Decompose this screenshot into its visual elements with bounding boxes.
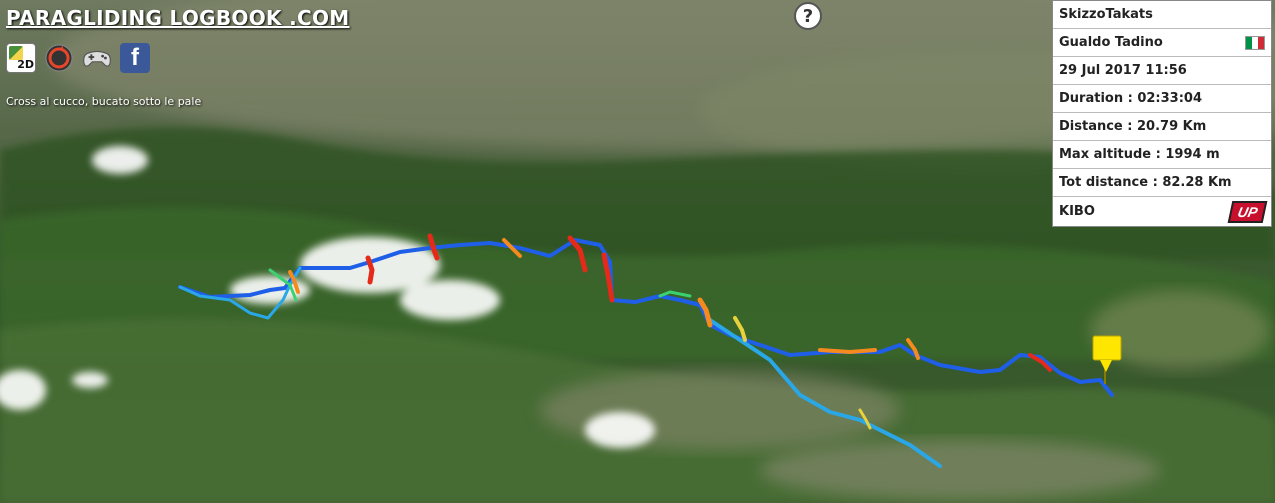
help-button[interactable]: ? <box>794 2 822 30</box>
total-distance: Tot distance : 82.28 Km <box>1059 175 1232 190</box>
takeoff-name: Gualdo Tadino <box>1059 35 1163 50</box>
replay-icon[interactable] <box>44 43 74 73</box>
pilot-name[interactable]: SkizzoTakats <box>1059 7 1153 22</box>
site-title[interactable]: PARAGLIDING LOGBOOK .COM <box>6 6 349 30</box>
gamepad-icon[interactable] <box>82 43 112 73</box>
takeoff-row: Gualdo Tadino <box>1053 29 1271 57</box>
wing-row: KIBO UP <box>1053 197 1271 226</box>
max-altitude: Max altitude : 1994 m <box>1059 147 1220 162</box>
flight-duration: Duration : 02:33:04 <box>1059 91 1203 106</box>
facebook-icon[interactable]: f <box>120 43 150 73</box>
flight-distance: Distance : 20.79 Km <box>1059 119 1207 134</box>
flight-caption: Cross al cucco, bucato sotto le pale <box>6 95 202 108</box>
flight-info-panel: SkizzoTakats Gualdo Tadino 29 Jul 2017 1… <box>1052 0 1272 227</box>
duration-row: Duration : 02:33:04 <box>1053 85 1271 113</box>
up-brand-logo: UP <box>1227 200 1268 223</box>
flight-date: 29 Jul 2017 11:56 <box>1059 63 1187 78</box>
italy-flag-icon <box>1245 35 1265 50</box>
2d-label: 2D <box>17 58 34 71</box>
distance-row: Distance : 20.79 Km <box>1053 113 1271 141</box>
google-maps-2d-icon[interactable]: 2D <box>6 43 36 73</box>
pilot-row[interactable]: SkizzoTakats <box>1053 1 1271 29</box>
map-controls: 2D f <box>6 43 150 73</box>
tot-distance-row: Tot distance : 82.28 Km <box>1053 169 1271 197</box>
date-row: 29 Jul 2017 11:56 <box>1053 57 1271 85</box>
max-altitude-row: Max altitude : 1994 m <box>1053 141 1271 169</box>
wing-model: KIBO <box>1059 204 1095 219</box>
